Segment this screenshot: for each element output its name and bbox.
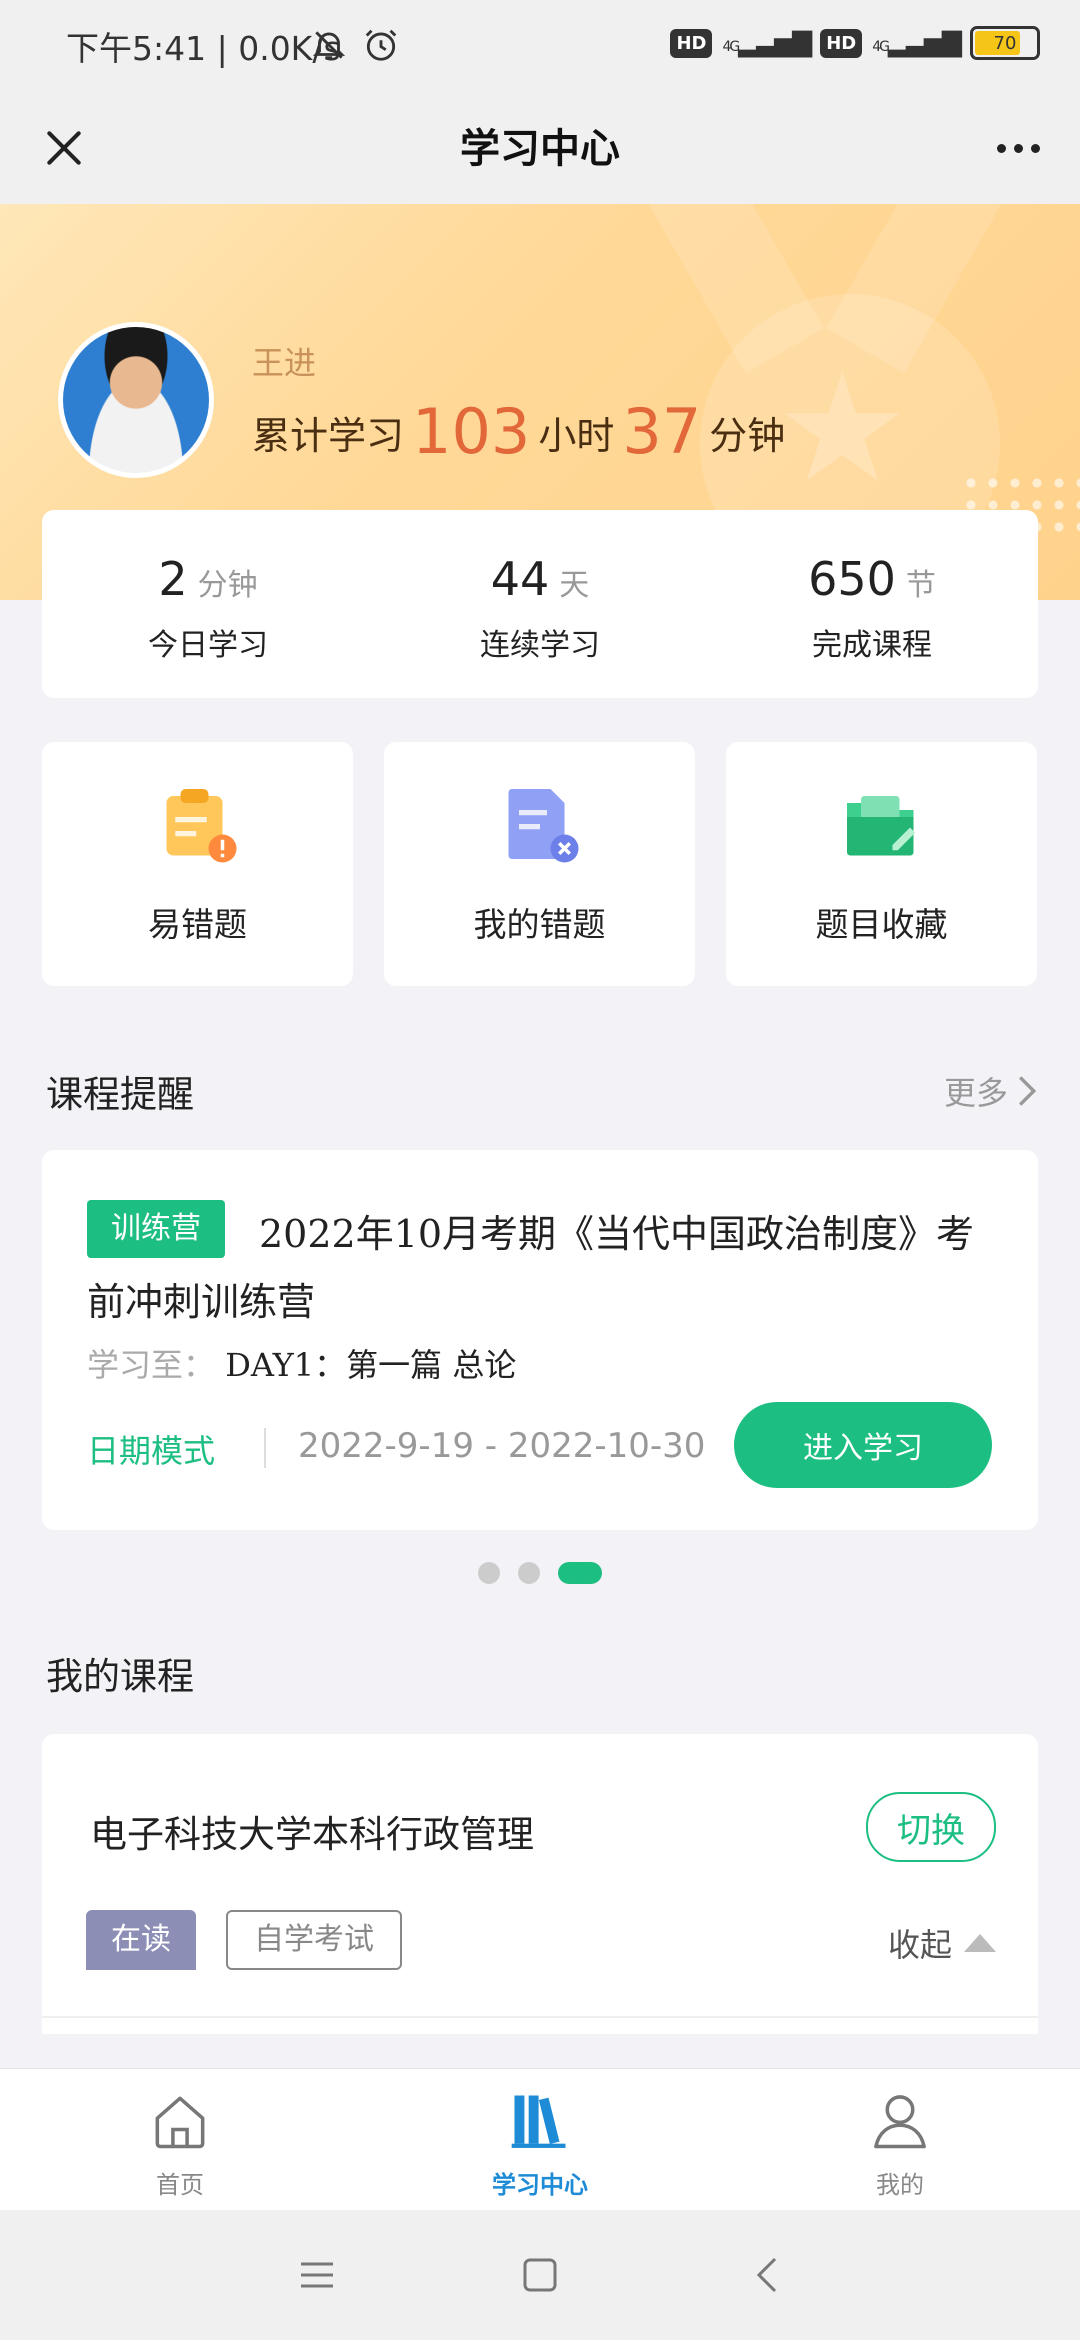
tab-mine[interactable]: 我的 xyxy=(720,2069,1080,2211)
collapse-button[interactable]: 收起 xyxy=(888,1920,996,1966)
user-icon xyxy=(874,2095,926,2149)
reading-tag[interactable]: 在读 xyxy=(86,1910,196,1970)
enter-study-button[interactable]: 进入学习 xyxy=(734,1402,992,1488)
carousel-pager xyxy=(478,1562,602,1584)
menu-icon xyxy=(301,2262,333,2288)
mute-bell-icon xyxy=(312,31,346,60)
date-range: 2022-9-19 - 2022-10-30 xyxy=(298,1426,706,1466)
divider xyxy=(42,2016,1038,2018)
bottom-tab-bar: 首页 学习中心 我的 xyxy=(0,2068,1080,2211)
home-icon xyxy=(155,2096,205,2149)
document-error-icon xyxy=(508,789,579,863)
tab-home[interactable]: 首页 xyxy=(0,2069,360,2211)
square-icon xyxy=(523,2258,557,2292)
user-name: 王进 xyxy=(252,344,317,382)
header: 学习中心 xyxy=(0,92,1080,204)
section-title-reminder: 课程提醒 xyxy=(46,1073,194,1116)
status-bar: 下午5:41 | 0.0K/s HD 4G▂▃▅▇ HD 4G▂▃▅▇ 70 xyxy=(0,0,1080,92)
my-course-card: 电子科技大学本科行政管理 切换 在读 自学考试 收起 xyxy=(42,1734,1038,2034)
system-navigation-bar xyxy=(0,2210,1080,2340)
star-icon: ★ xyxy=(775,342,910,516)
pager-dot-active[interactable] xyxy=(558,1562,602,1584)
date-mode: 日期模式 xyxy=(87,1432,216,1470)
status-right: HD 4G▂▃▅▇ HD 4G▂▃▅▇ 70 xyxy=(670,26,1040,60)
back-icon xyxy=(756,2257,777,2293)
more-button[interactable] xyxy=(982,114,1054,182)
back-button[interactable] xyxy=(740,2248,794,2302)
stat-today: 2 分钟 今日学习 xyxy=(148,552,268,663)
switch-button[interactable]: 切换 xyxy=(866,1792,996,1862)
battery-icon: 70 xyxy=(970,26,1040,60)
learn-progress: 学习至： DAY1：第一篇 总论 xyxy=(87,1346,517,1384)
stat-completed: 650 节 完成课程 xyxy=(808,552,936,663)
caret-up-icon xyxy=(964,1934,996,1952)
books-icon xyxy=(511,2095,566,2148)
alarm-icon xyxy=(365,29,397,61)
menu-button[interactable] xyxy=(290,2248,344,2302)
total-study-time: 累计学习 103 小时 37 分钟 xyxy=(252,395,786,468)
tab-study-center[interactable]: 学习中心 xyxy=(360,2069,720,2211)
exam-type-tag[interactable]: 自学考试 xyxy=(226,1910,402,1970)
feature-my-errors[interactable]: 我的错题 xyxy=(384,742,695,986)
clipboard-warning-icon xyxy=(166,789,237,863)
more-link[interactable]: 更多 xyxy=(944,1068,1038,1114)
pager-dot[interactable] xyxy=(478,1562,500,1584)
page-title: 学习中心 xyxy=(460,125,620,172)
stat-streak: 44 天 连续学习 xyxy=(480,552,600,663)
folder-favorite-icon xyxy=(847,796,916,856)
more-dots-icon xyxy=(996,143,1006,153)
chevron-right-icon xyxy=(1018,1076,1037,1106)
feature-error-prone[interactable]: 易错题 xyxy=(42,742,353,986)
status-time-speed: 下午5:41 | 0.0K/s xyxy=(66,29,341,68)
pager-dot[interactable] xyxy=(518,1562,540,1584)
course-reminder-card[interactable]: 2022年10月考期《当代中国政治制度》考前冲刺训练营 训练营 学习至： DAY… xyxy=(42,1150,1038,1530)
school-name: 电子科技大学本科行政管理 xyxy=(90,1813,534,1856)
hd-badge: HD xyxy=(820,28,863,58)
avatar[interactable] xyxy=(58,322,214,478)
camp-badge: 训练营 xyxy=(87,1200,225,1258)
divider xyxy=(264,1428,266,1468)
stats-card: 2 分钟 今日学习 44 天 连续学习 650 节 完成课程 xyxy=(42,510,1038,698)
section-title-my-courses: 我的课程 xyxy=(46,1655,194,1698)
feature-favorites[interactable]: 题目收藏 xyxy=(726,742,1037,986)
home-button[interactable] xyxy=(513,2248,567,2302)
hd-badge: HD xyxy=(670,28,713,58)
signal-icon: 4G▂▃▅▇ xyxy=(722,28,812,58)
signal-icon: 4G▂▃▅▇ xyxy=(872,28,962,58)
